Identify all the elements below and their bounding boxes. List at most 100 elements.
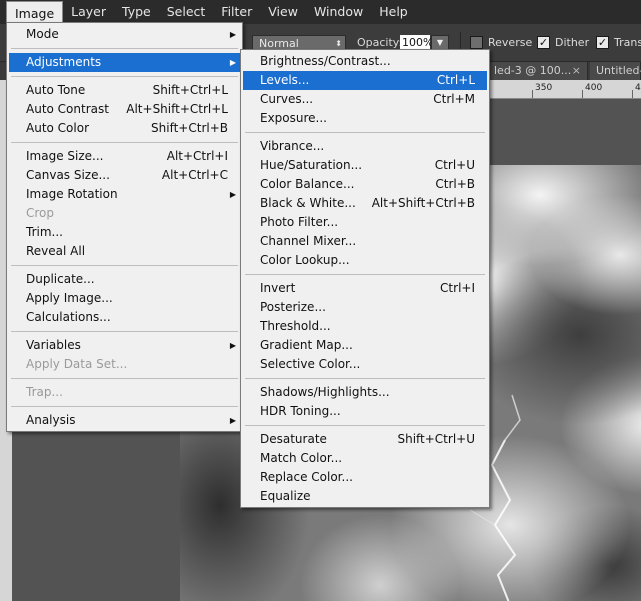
menu-layer[interactable]: Layer — [63, 0, 114, 24]
document-tab[interactable]: Untitled- — [590, 62, 641, 80]
adjustments-menu-item-color-lookup[interactable]: Color Lookup... — [243, 251, 487, 270]
image-menu-item-image-rotation[interactable]: Image Rotation ▶ — [9, 185, 240, 204]
adjustments-menu-item-posterize[interactable]: Posterize... — [243, 298, 487, 317]
menu-filter[interactable]: Filter — [213, 0, 260, 24]
document-tab[interactable]: led-3 @ 100... × — [488, 62, 588, 80]
image-menu-item-calculations[interactable]: Calculations... — [9, 308, 240, 327]
menu-separator — [11, 142, 238, 143]
menu-item-label: Posterize... — [260, 300, 326, 314]
menu-help[interactable]: Help — [371, 0, 416, 24]
ruler-tick — [532, 90, 533, 98]
image-menu-item-trim[interactable]: Trim... — [9, 223, 240, 242]
menu-view[interactable]: View — [260, 0, 306, 24]
adjustments-menu-item-hue-saturation[interactable]: Hue/Saturation... Ctrl+U — [243, 156, 487, 175]
adjustments-menu-item-color-balance[interactable]: Color Balance... Ctrl+B — [243, 175, 487, 194]
menu-type[interactable]: Type — [114, 0, 159, 24]
menu-separator — [245, 425, 485, 426]
image-menu-item-variables[interactable]: Variables ▶ — [9, 336, 240, 355]
adjustments-menu-item-threshold[interactable]: Threshold... — [243, 317, 487, 336]
submenu-arrow-icon: ▶ — [229, 416, 236, 425]
menu-select[interactable]: Select — [159, 0, 214, 24]
image-menu-item-image-size[interactable]: Image Size... Alt+Ctrl+I — [9, 147, 240, 166]
adjustments-menu-item-curves[interactable]: Curves... Ctrl+M — [243, 90, 487, 109]
reverse-checkbox[interactable] — [470, 36, 483, 49]
image-menu-item-adjustments[interactable]: Adjustments ▶ — [9, 53, 240, 72]
menu-item-label: Invert — [260, 281, 296, 295]
adjustments-menu-item-brightness-contrast[interactable]: Brightness/Contrast... — [243, 52, 487, 71]
adjustments-menu-item-exposure[interactable]: Exposure... — [243, 109, 487, 128]
menu-item-shortcut: Ctrl+U — [434, 158, 475, 172]
adjustments-menu-item-desaturate[interactable]: Desaturate Shift+Ctrl+U — [243, 430, 487, 449]
image-menu-item-mode[interactable]: Mode ▶ — [9, 25, 240, 44]
adjustments-menu-item-invert[interactable]: Invert Ctrl+I — [243, 279, 487, 298]
menu-separator — [11, 265, 238, 266]
document-tab-label: led-3 @ 100... — [494, 64, 572, 77]
menu-item-shortcut: Ctrl+L — [436, 73, 475, 87]
menu-item-label: Color Lookup... — [260, 253, 350, 267]
menu-item-label: Equalize — [260, 489, 311, 503]
menu-item-shortcut: Ctrl+B — [435, 177, 475, 191]
adjustments-menu-item-hdr-toning[interactable]: HDR Toning... — [243, 402, 487, 421]
menu-item-label: Crop — [26, 206, 55, 220]
ruler-tick-label: 450 — [635, 83, 641, 93]
menu-separator — [245, 274, 485, 275]
ruler-tick-label: 350 — [535, 83, 553, 93]
menu-image[interactable]: Image — [6, 1, 64, 24]
image-menu-item-auto-color[interactable]: Auto Color Shift+Ctrl+B — [9, 119, 240, 138]
adjustments-menu-item-vibrance[interactable]: Vibrance... — [243, 137, 487, 156]
adjustments-menu-item-match-color[interactable]: Match Color... — [243, 449, 487, 468]
menu-separator — [11, 406, 238, 407]
adjustments-menu-item-shadows-highlights[interactable]: Shadows/Highlights... — [243, 383, 487, 402]
adjustments-menu-item-equalize[interactable]: Equalize — [243, 487, 487, 506]
menu-item-label: Auto Color — [26, 121, 90, 135]
image-menu-item-apply-image[interactable]: Apply Image... — [9, 289, 240, 308]
dither-checkbox[interactable]: ✓ — [537, 36, 550, 49]
image-menu-item-auto-tone[interactable]: Auto Tone Shift+Ctrl+L — [9, 81, 240, 100]
menu-item-shortcut: Shift+Ctrl+B — [151, 121, 228, 135]
close-icon[interactable]: × — [572, 62, 581, 80]
dither-label: Dither — [555, 36, 590, 49]
checkmark-icon: ✓ — [597, 36, 608, 49]
menu-separator — [11, 378, 238, 379]
adjustments-menu-item-gradient-map[interactable]: Gradient Map... — [243, 336, 487, 355]
image-menu-item-auto-contrast[interactable]: Auto Contrast Alt+Shift+Ctrl+L — [9, 100, 240, 119]
adjustments-submenu: Brightness/Contrast... Levels... Ctrl+L Cur… — [240, 49, 490, 508]
menu-item-label: Variables — [26, 338, 81, 352]
menu-item-label: Desaturate — [260, 432, 327, 446]
menu-item-label: Black & White... — [260, 196, 356, 210]
menu-item-label: Curves... — [260, 92, 314, 106]
adjustments-menu-item-channel-mixer[interactable]: Channel Mixer... — [243, 232, 487, 251]
adjustments-menu-item-levels[interactable]: Levels... Ctrl+L — [243, 71, 487, 90]
menu-item-label: HDR Toning... — [260, 404, 341, 418]
image-menu-item-reveal-all[interactable]: Reveal All — [9, 242, 240, 261]
menu-item-label: Selective Color... — [260, 357, 361, 371]
adjustments-menu-item-photo-filter[interactable]: Photo Filter... — [243, 213, 487, 232]
menu-item-label: Apply Data Set... — [26, 357, 128, 371]
menu-separator — [11, 331, 238, 332]
menu-bar: Image Layer Type Select Filter View Wind… — [0, 0, 641, 24]
menu-item-label: Apply Image... — [26, 291, 113, 305]
submenu-arrow-icon: ▶ — [229, 341, 236, 350]
adjustments-menu-item-black-white[interactable]: Black & White... Alt+Shift+Ctrl+B — [243, 194, 487, 213]
ruler-tick — [632, 90, 633, 98]
image-menu-item-apply-data-set: Apply Data Set... — [9, 355, 240, 374]
menu-window[interactable]: Window — [306, 0, 371, 24]
menu-item-label: Channel Mixer... — [260, 234, 357, 248]
document-tab-label: Untitled- — [596, 64, 641, 77]
menu-item-label: Mode — [26, 27, 59, 41]
menu-item-label: Image Size... — [26, 149, 104, 163]
transparency-label: Transp — [614, 36, 641, 49]
menu-separator — [11, 48, 238, 49]
image-menu-item-canvas-size[interactable]: Canvas Size... Alt+Ctrl+C — [9, 166, 240, 185]
menu-item-shortcut: Shift+Ctrl+L — [152, 83, 228, 97]
adjustments-menu-item-replace-color[interactable]: Replace Color... — [243, 468, 487, 487]
menu-item-label: Color Balance... — [260, 177, 355, 191]
reverse-label: Reverse — [488, 36, 533, 49]
menu-item-label: Auto Contrast — [26, 102, 109, 116]
image-menu-item-duplicate[interactable]: Duplicate... — [9, 270, 240, 289]
menu-item-shortcut: Shift+Ctrl+U — [397, 432, 475, 446]
menu-item-label: Trim... — [26, 225, 63, 239]
adjustments-menu-item-selective-color[interactable]: Selective Color... — [243, 355, 487, 374]
image-menu-item-analysis[interactable]: Analysis ▶ — [9, 411, 240, 430]
transparency-checkbox[interactable]: ✓ — [596, 36, 609, 49]
